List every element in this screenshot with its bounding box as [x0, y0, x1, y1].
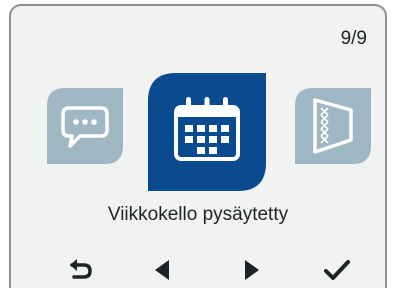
page-indicator: 9/9 [340, 28, 367, 49]
arrow-left-icon [155, 260, 169, 280]
carousel-item-messages[interactable] [47, 88, 123, 164]
speech-bubble-icon [47, 88, 123, 164]
calendar-icon [148, 73, 266, 191]
filter-icon [295, 88, 371, 164]
arrow-right-icon [245, 260, 259, 280]
next-button[interactable] [232, 254, 272, 286]
back-icon [70, 259, 92, 279]
device-screen: 9/9 Viikkokello pysäytetty [9, 4, 387, 288]
confirm-button[interactable] [317, 254, 357, 286]
carousel-item-filter[interactable] [295, 88, 371, 164]
back-button[interactable] [61, 254, 101, 286]
carousel-item-weekly-timer[interactable] [148, 73, 266, 191]
checkmark-icon [324, 260, 350, 280]
status-text: Viikkokello pysäytetty [107, 204, 289, 225]
previous-button[interactable] [142, 254, 182, 286]
